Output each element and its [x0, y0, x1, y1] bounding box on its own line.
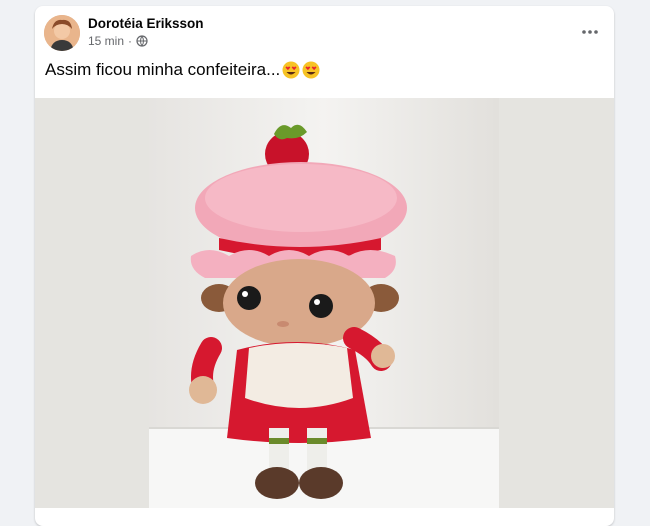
globe-icon[interactable] [136, 35, 148, 47]
post-caption: Assim ficou minha confeiteira... [45, 60, 320, 80]
meta-separator: · [128, 34, 133, 48]
crochet-doll-image [149, 98, 499, 508]
heart-eyes-emoji-icon [302, 61, 320, 79]
post-card: Dorotéia Eriksson 15 min · Assim ficou m… [35, 6, 614, 526]
author-avatar[interactable] [44, 15, 80, 51]
post-time[interactable]: 15 min [88, 34, 124, 48]
post-meta: 15 min · [88, 34, 148, 48]
caption-text: Assim ficou minha confeiteira... [45, 60, 281, 79]
post-photo[interactable] [149, 98, 499, 508]
author-name[interactable]: Dorotéia Eriksson [88, 16, 204, 31]
more-options-icon[interactable] [576, 18, 604, 46]
post-header: Dorotéia Eriksson 15 min · [35, 6, 614, 56]
heart-eyes-emoji-icon [282, 61, 300, 79]
caption-emojis [282, 61, 320, 79]
